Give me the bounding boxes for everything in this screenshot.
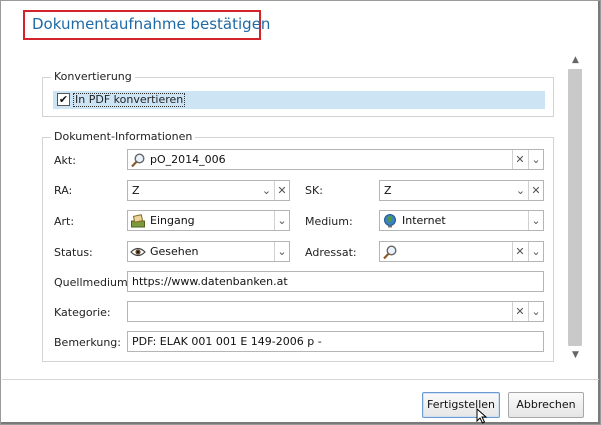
mouse-pointer-icon [476, 408, 488, 424]
search-icon[interactable] [382, 244, 398, 260]
ra-value: Z [132, 184, 140, 197]
akt-clear-icon[interactable]: ✕ [512, 150, 527, 169]
akt-label: Akt: [54, 154, 76, 167]
pdf-convert-label[interactable]: In PDF konvertieren [73, 93, 186, 107]
quellmedium-input[interactable]: https://www.datenbanken.at [127, 271, 544, 292]
pdf-convert-checkbox[interactable]: ✔ [57, 93, 70, 106]
bemerkung-input[interactable]: PDF: ELAK 001 001 E 149-2006 p - [127, 331, 544, 352]
akt-field[interactable]: pO_2014_006 ✕ ⌄ [127, 149, 544, 170]
sk-field[interactable]: Z ⌄ ✕ [379, 180, 544, 201]
adressat-label: Adressat: [305, 246, 357, 259]
ra-label: RA: [54, 184, 73, 197]
dokument-informationen-legend: Dokument-Informationen [51, 130, 196, 143]
art-label: Art: [54, 215, 75, 228]
inbox-tray-icon [130, 213, 146, 229]
bemerkung-label: Bemerkung: [54, 336, 121, 349]
status-label: Status: [54, 246, 93, 259]
eye-icon [130, 244, 146, 260]
kategorie-label: Kategorie: [54, 306, 111, 319]
medium-label: Medium: [305, 215, 353, 228]
medium-select[interactable]: Internet ⌄ [379, 210, 544, 231]
ra-dropdown-icon[interactable]: ⌄ [259, 181, 274, 200]
adressat-dropdown-icon[interactable]: ⌄ [528, 242, 543, 261]
ra-field[interactable]: Z ⌄ ✕ [127, 180, 290, 201]
quellmedium-label: Quellmedium: [54, 276, 132, 289]
cancel-button[interactable]: Abbrechen [508, 392, 584, 418]
scroll-up-icon[interactable]: ▲ [567, 53, 584, 67]
dialog-title: Dokumentaufnahme bestätigen [32, 15, 271, 33]
status-dropdown-icon[interactable]: ⌄ [274, 242, 289, 261]
adressat-clear-icon[interactable]: ✕ [512, 242, 527, 261]
search-icon[interactable] [130, 152, 146, 168]
globe-icon [382, 213, 398, 229]
sk-dropdown-icon[interactable]: ⌄ [513, 181, 528, 200]
sk-value: Z [384, 184, 392, 197]
konvertierung-legend: Konvertierung [51, 70, 135, 83]
sk-label: SK: [305, 184, 323, 197]
sk-clear-icon[interactable]: ✕ [528, 181, 543, 200]
kategorie-clear-icon[interactable]: ✕ [512, 302, 527, 321]
ra-clear-icon[interactable]: ✕ [274, 181, 289, 200]
status-select[interactable]: Gesehen ⌄ [127, 241, 290, 262]
akt-value: pO_2014_006 [150, 153, 226, 166]
kategorie-dropdown-icon[interactable]: ⌄ [528, 302, 543, 321]
quellmedium-value: https://www.datenbanken.at [132, 275, 288, 288]
scrollbar-thumb[interactable] [568, 69, 582, 346]
medium-dropdown-icon[interactable]: ⌄ [528, 211, 543, 230]
akt-dropdown-icon[interactable]: ⌄ [528, 150, 543, 169]
bemerkung-value: PDF: ELAK 001 001 E 149-2006 p - [132, 335, 322, 348]
footer-divider [2, 379, 599, 380]
vertical-scrollbar[interactable]: ▲ ▼ [567, 53, 584, 363]
art-dropdown-icon[interactable]: ⌄ [274, 211, 289, 230]
adressat-field[interactable]: ✕ ⌄ [379, 241, 544, 262]
scroll-down-icon[interactable]: ▼ [567, 348, 584, 362]
kategorie-field[interactable]: ✕ ⌄ [127, 301, 544, 322]
art-select[interactable]: Eingang ⌄ [127, 210, 290, 231]
art-value: Eingang [150, 214, 195, 227]
dialog-window: Dokumentaufnahme bestätigen ▲ ▼ Konverti… [0, 0, 601, 425]
medium-value: Internet [402, 214, 446, 227]
finish-button[interactable]: Fertigstellen [422, 392, 500, 418]
status-value: Gesehen [150, 245, 199, 258]
